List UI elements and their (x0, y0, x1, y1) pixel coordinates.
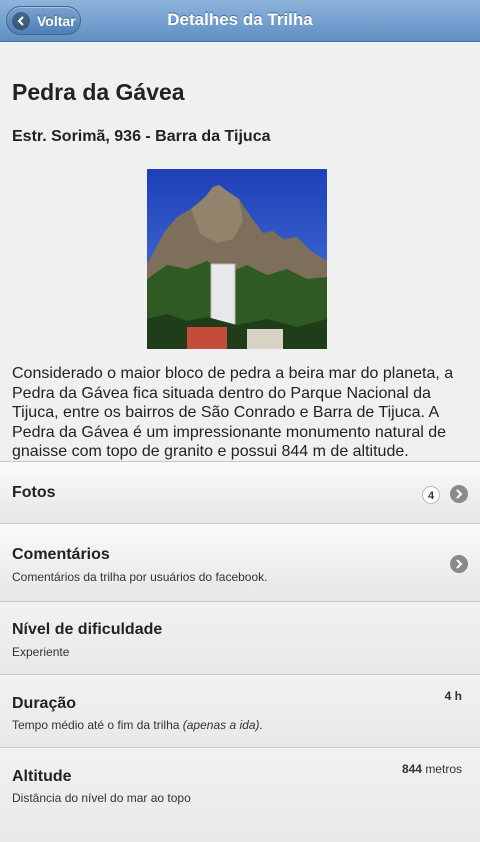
duration-value: 4 h (444, 689, 462, 703)
trail-description: Considerado o maior bloco de pedra a bei… (12, 365, 454, 460)
trail-photo (147, 169, 327, 349)
altitude-value: 844 metros (401, 762, 462, 776)
list-item-difficulty: Nível de dificuldade Experiente (0, 601, 480, 674)
photos-title: Fotos (12, 484, 56, 501)
list-item-photos[interactable]: Fotos 4 (0, 461, 480, 523)
list-item-altitude: Altitude Distância do nível do mar ao to… (0, 747, 480, 842)
comments-title: Comentários (12, 546, 110, 563)
app-header: Voltar Detalhes da Trilha (0, 0, 480, 42)
duration-title: Duração (12, 695, 77, 712)
altitude-subtitle: Distância do nível do mar ao topo (12, 791, 191, 805)
difficulty-title: Nível de dificuldade (12, 621, 163, 638)
photos-count-badge: 4 (422, 486, 440, 504)
duration-subtitle: Tempo médio até o fim da trilha (apenas … (12, 718, 263, 732)
trail-name: Pedra da Gávea (12, 79, 185, 105)
list-item-comments[interactable]: Comentários Comentários da trilha por us… (0, 523, 480, 601)
comments-subtitle: Comentários da trilha por usuários do fa… (12, 570, 268, 584)
page-title: Detalhes da Trilha (167, 10, 313, 29)
altitude-title: Altitude (12, 768, 72, 785)
trail-address: Estr. Sorimã, 936 - Barra da Tijuca (12, 128, 271, 145)
chevron-right-icon (450, 555, 468, 573)
list-item-duration: Duração Tempo médio até o fim da trilha … (0, 674, 480, 747)
chevron-right-icon (450, 485, 468, 503)
difficulty-value: Experiente (12, 645, 70, 659)
